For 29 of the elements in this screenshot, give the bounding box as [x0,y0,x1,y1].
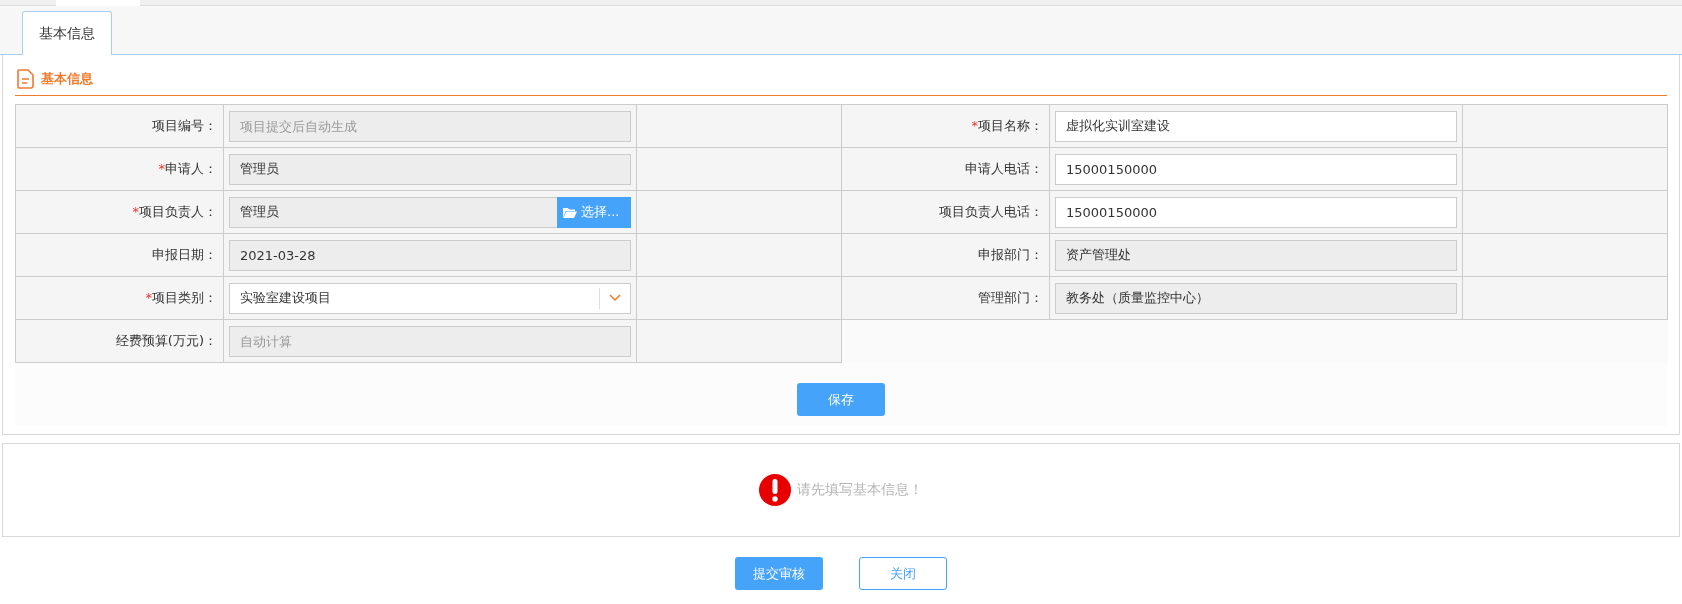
warning-icon [759,474,791,506]
section-title: 基本信息 [41,70,93,88]
input-field[interactable]: 管理员 [229,153,631,185]
input-field[interactable]: 管理员 [229,196,557,228]
input-field[interactable]: 自动计算 [229,325,631,357]
field-label: *项目类别： [145,289,217,307]
tab[interactable]: 基本信息 [22,11,112,55]
input-field[interactable]: 15000150000 [1055,153,1457,185]
folder-icon [563,206,577,218]
field-label: *项目负责人： [132,203,217,221]
field-label: 管理部门： [978,289,1043,307]
dropdown-field[interactable]: 实验室建设项目 [229,282,631,314]
input-field[interactable]: 教务处（质量监控中心） [1055,282,1457,314]
input-field[interactable]: 2021-03-28 [229,239,631,271]
chevron-down-icon [609,294,621,302]
input-field[interactable]: 资产管理处 [1055,239,1457,271]
field-label: 申报部门： [978,246,1043,264]
field-label: 经费预算(万元)： [115,332,217,350]
input-field[interactable]: 项目提交后自动生成 [229,110,631,142]
field-label: 项目负责人电话： [939,203,1043,221]
field-label: 申请人电话： [965,160,1043,178]
field-label: 申报日期： [152,246,217,264]
input-field[interactable]: 15000150000 [1055,196,1457,228]
field-label: *申请人： [158,160,217,178]
input-field[interactable]: 虚拟化实训室建设 [1055,110,1457,142]
field-label: *项目名称： [971,117,1043,135]
notice-message: 请先填写基本信息！ [797,481,923,499]
document-icon [17,69,35,89]
field-label: 项目编号： [152,117,217,135]
